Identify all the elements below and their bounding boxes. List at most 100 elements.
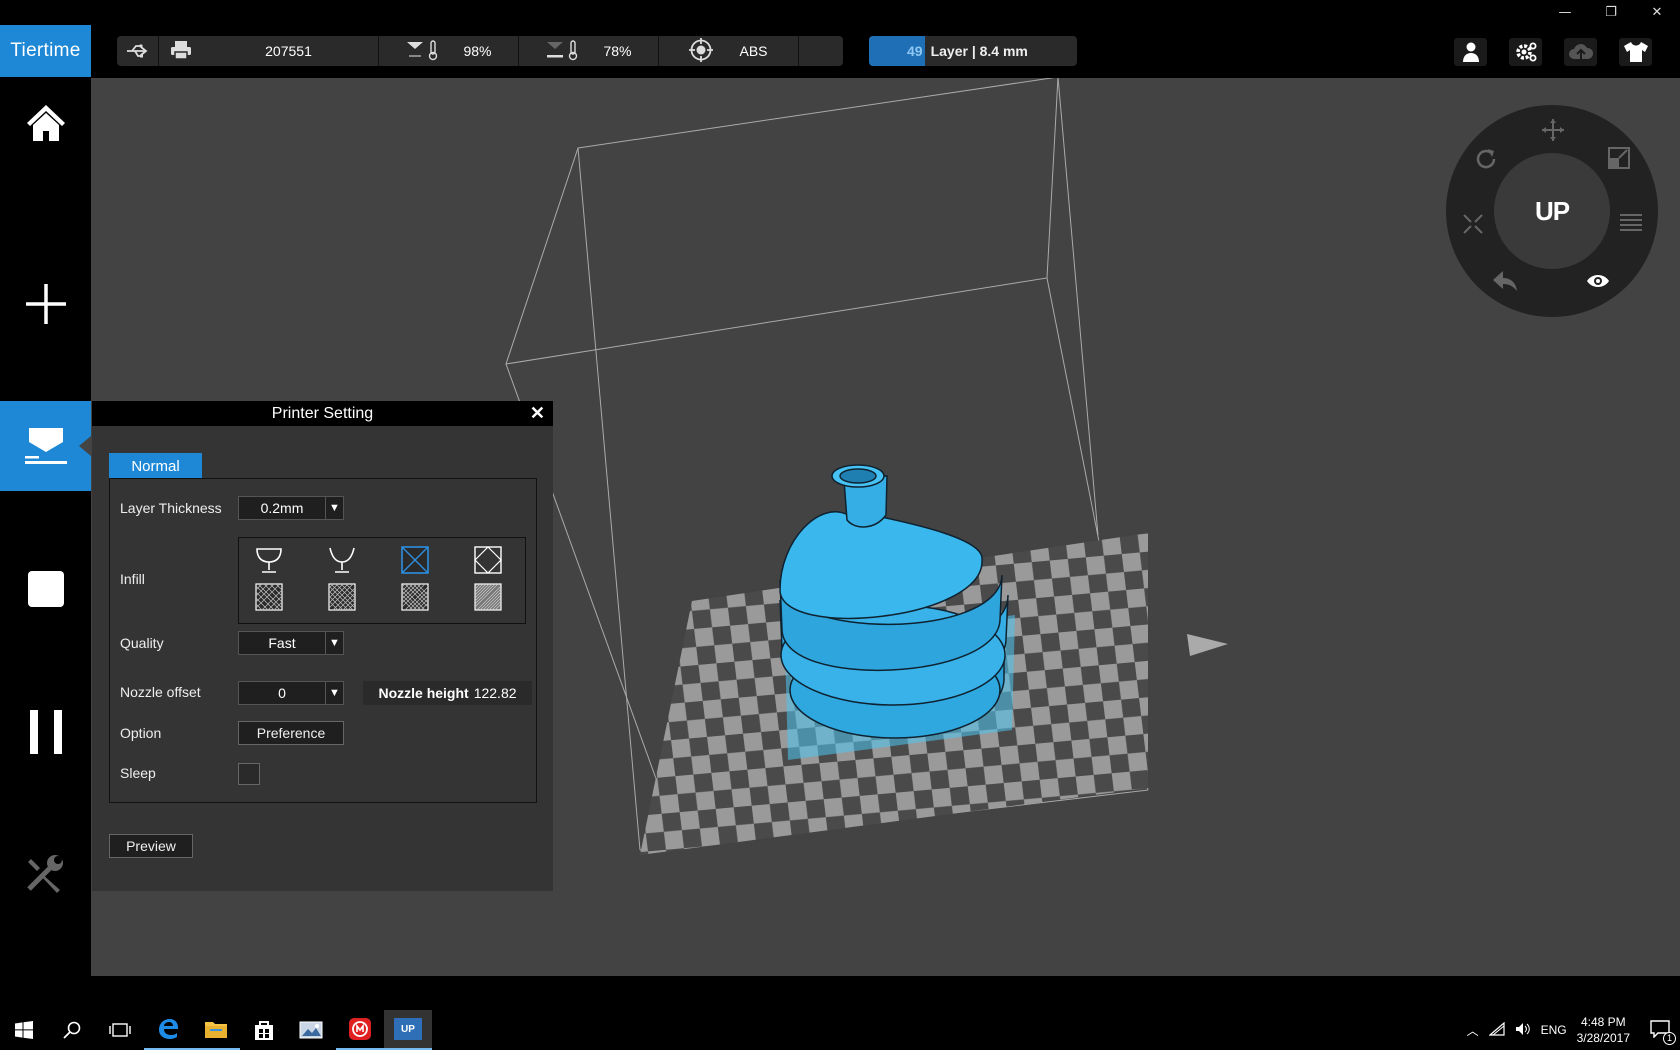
bed-temperature-value: 78% (603, 43, 632, 59)
sidebar-item-maintenance[interactable] (0, 829, 91, 919)
scale-icon[interactable] (1608, 147, 1630, 174)
tiertime-logo[interactable]: Tiertime (0, 25, 91, 77)
usb-icon[interactable] (117, 36, 159, 66)
stop-icon (27, 571, 64, 607)
infill-solid-icon[interactable] (474, 583, 502, 611)
tab-normal[interactable]: Normal (109, 453, 202, 479)
navigation-dial: UP (1446, 105, 1658, 317)
panel-header: Printer Setting ✕ (92, 401, 553, 426)
sidebar-item-stop[interactable] (0, 544, 91, 634)
edge-icon[interactable] (144, 1010, 192, 1050)
material-value: ABS (739, 43, 768, 59)
panel-close-icon[interactable]: ✕ (530, 403, 545, 424)
search-icon[interactable] (48, 1010, 96, 1050)
autoplace-icon[interactable] (1462, 213, 1484, 240)
nozzle-offset-select[interactable]: 0 ▼ (238, 681, 344, 705)
sidebar-item-home[interactable] (0, 78, 91, 168)
serial-number: 207551 (265, 43, 312, 59)
nozzle-temperature: 98% (379, 36, 519, 66)
app-red-icon[interactable] (336, 1010, 384, 1050)
cloud-upload-icon[interactable] (1564, 38, 1597, 66)
sidebar-item-pause[interactable] (0, 687, 91, 777)
infill-label: Infill (120, 571, 145, 587)
clock[interactable]: 4:48 PM 3/28/2017 (1577, 1014, 1630, 1046)
printer-icon (170, 40, 192, 63)
restore-button[interactable]: ❐ (1588, 0, 1634, 24)
chevron-down-icon: ▼ (325, 682, 343, 704)
user-icon[interactable] (1454, 38, 1487, 66)
clock-date: 3/28/2017 (1576, 1031, 1630, 1045)
infill-grid-1-icon[interactable] (255, 583, 283, 611)
start-icon[interactable] (0, 1010, 48, 1050)
menu-icon[interactable] (1620, 213, 1642, 238)
plus-icon (25, 284, 66, 324)
infill-sparse-icon[interactable] (474, 546, 502, 574)
infill-grid-3-icon[interactable] (401, 583, 429, 611)
quality-value: Fast (268, 635, 296, 651)
tools-icon (26, 855, 63, 893)
notification-count: 1 (1663, 1031, 1676, 1045)
language-indicator[interactable]: ENG (1541, 1023, 1567, 1037)
file-explorer-icon[interactable] (192, 1010, 240, 1050)
pause-icon (29, 710, 62, 754)
dial-center-up-button[interactable]: UP (1494, 153, 1610, 269)
layer-thickness-value: 0.2mm (260, 500, 304, 516)
preview-button[interactable]: Preview (109, 834, 193, 858)
windows-taskbar: UP ︿ ENG 4:48 PM 3/28/2017 1 (0, 1010, 1680, 1050)
sleep-checkbox[interactable] (238, 763, 260, 785)
nozzle-temperature-icon (405, 39, 441, 64)
home-icon (26, 105, 65, 141)
up-studio-badge: UP (394, 1018, 422, 1040)
nozzle-height-value: 122.82 (473, 685, 517, 701)
target-icon (689, 37, 714, 65)
top-toolbar (1454, 38, 1652, 66)
clock-time: 4:48 PM (1580, 1015, 1626, 1029)
nozzle-height-display: Nozzle height 122.82 (363, 681, 532, 705)
layer-number: 49 (907, 43, 923, 59)
quality-select[interactable]: Fast ▼ (238, 631, 344, 655)
undo-icon[interactable] (1492, 270, 1518, 297)
window-controls: — ❐ ✕ (1542, 0, 1680, 24)
chevron-down-icon: ▼ (325, 497, 343, 519)
printer-serial: 207551 (159, 36, 379, 66)
view-eye-icon[interactable] (1586, 273, 1610, 294)
camera-direction-arrow (1187, 634, 1228, 656)
layer-text: Layer | 8.4 mm (930, 43, 1028, 59)
sidebar (0, 78, 91, 976)
preference-button[interactable]: Preference (238, 721, 344, 745)
minimize-button[interactable]: — (1542, 0, 1588, 24)
tshirt-icon[interactable] (1619, 38, 1652, 66)
infill-surface-icon[interactable] (328, 546, 356, 574)
sidebar-item-add[interactable] (0, 259, 91, 349)
task-view-icon[interactable] (96, 1010, 144, 1050)
volume-icon[interactable] (1515, 1022, 1531, 1039)
quality-label: Quality (120, 635, 164, 651)
layer-progress: 49 Layer | 8.4 mm (869, 36, 1077, 66)
move-icon[interactable] (1542, 119, 1564, 146)
bed-temperature: 78% (519, 36, 659, 66)
print-setting-icon (24, 428, 67, 464)
infill-grid-2-icon[interactable] (328, 583, 356, 611)
rotate-icon[interactable] (1474, 147, 1498, 176)
app-window: — ❐ ✕ Tiertime 207551 98% 78% ABS 49 Lay… (0, 0, 1680, 1050)
infill-hollow-icon[interactable] (401, 546, 429, 574)
store-icon[interactable] (240, 1010, 288, 1050)
infill-options (238, 537, 526, 624)
printer-status-bar: 207551 98% 78% ABS (117, 36, 843, 66)
printer-setting-panel: Printer Setting ✕ Normal Layer Thickness… (92, 401, 553, 891)
sleep-label: Sleep (120, 765, 156, 781)
layer-thickness-label: Layer Thickness (120, 500, 222, 516)
chevron-down-icon: ▼ (325, 632, 343, 654)
settings-gear-icon[interactable] (1509, 38, 1542, 66)
infill-shell-icon[interactable] (255, 546, 283, 574)
system-tray: ︿ ENG 4:48 PM 3/28/2017 1 (1467, 1010, 1680, 1050)
up-studio-icon[interactable]: UP (384, 1010, 432, 1050)
network-icon[interactable] (1487, 1021, 1505, 1039)
notifications-icon[interactable]: 1 (1650, 1019, 1676, 1045)
photos-icon[interactable] (288, 1010, 336, 1050)
close-window-button[interactable]: ✕ (1634, 0, 1680, 24)
sidebar-item-print[interactable] (0, 401, 91, 491)
layer-thickness-select[interactable]: 0.2mm ▼ (238, 496, 344, 520)
panel-title: Printer Setting (271, 404, 374, 422)
chevron-up-icon[interactable]: ︿ (1467, 1022, 1479, 1039)
